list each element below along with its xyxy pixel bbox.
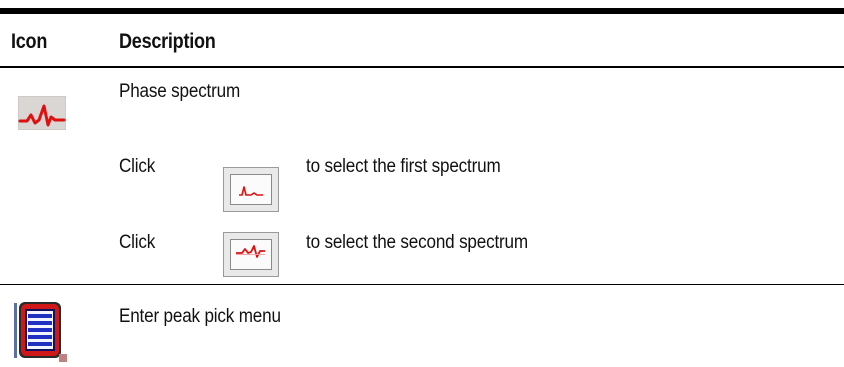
column-header-description: Description [119, 30, 216, 53]
row-divider [0, 284, 844, 285]
sub-item-text-second: to select the second spectrum [306, 232, 528, 253]
phase-spectrum-icon [17, 95, 67, 131]
row-description-phase-spectrum: Phase spectrum [119, 81, 241, 102]
click-label-second: Click [119, 232, 156, 253]
sub-item-text-first: to select the first spectrum [306, 156, 501, 177]
click-label-first: Click [119, 156, 156, 177]
row-description-peak-pick: Enter peak pick menu [119, 306, 281, 327]
header-rule [0, 66, 844, 68]
column-header-icon: Icon [11, 30, 48, 53]
table-header-row: Icon Description [0, 14, 844, 67]
select-first-spectrum-icon[interactable] [223, 167, 279, 212]
peak-pick-menu-icon [12, 300, 68, 362]
select-second-spectrum-icon[interactable] [223, 232, 279, 277]
